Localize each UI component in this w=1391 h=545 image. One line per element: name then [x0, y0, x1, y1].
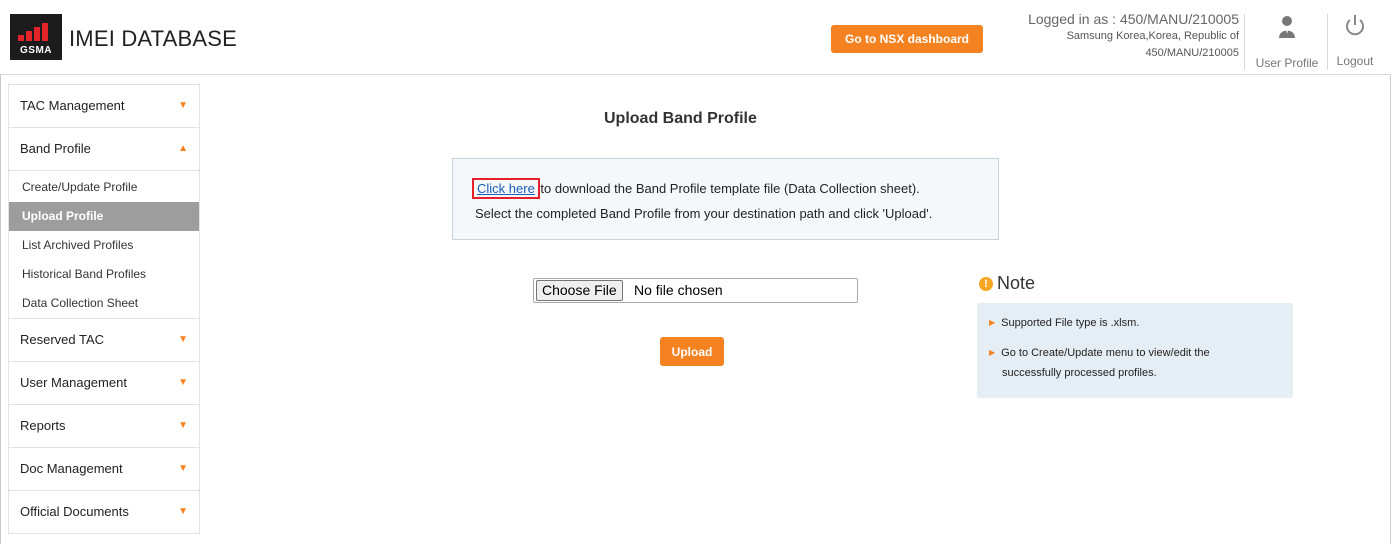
- power-icon: [1346, 15, 1364, 36]
- caret-down-icon: ▼: [178, 100, 188, 111]
- login-info: Logged in as : 450/MANU/210005 Samsung K…: [1028, 11, 1239, 62]
- user-profile-button[interactable]: User Profile: [1247, 14, 1327, 72]
- sidebar-item-tac-management[interactable]: TAC Management ▼: [9, 85, 199, 128]
- instructions-line-2: Select the completed Band Profile from y…: [475, 206, 933, 221]
- caret-down-icon: ▼: [178, 377, 188, 388]
- sidebar-nav: TAC Management ▼ Band Profile ▲ Create/U…: [8, 84, 200, 534]
- bullet-arrow-icon: ▶: [989, 348, 996, 357]
- app-frame: [0, 0, 1391, 544]
- instructions-text: to download the Band Profile template fi…: [536, 181, 920, 196]
- sidebar-item-user-management[interactable]: User Management ▼: [9, 362, 199, 405]
- caret-down-icon: ▼: [178, 463, 188, 474]
- caret-down-icon: ▼: [178, 506, 188, 517]
- sidebar-item-label: TAC Management: [20, 98, 125, 113]
- user-profile-label: User Profile: [1255, 56, 1319, 70]
- sidebar-item-label: Doc Management: [20, 461, 123, 476]
- sidebar-item-label: Reserved TAC: [20, 332, 105, 347]
- header-divider: [1244, 14, 1245, 70]
- note-item: ▶ Supported File type is .xlsm.: [989, 317, 1140, 329]
- submenu-create-update-profile[interactable]: Create/Update Profile: [9, 173, 199, 202]
- sidebar-item-label: Band Profile: [20, 141, 91, 156]
- download-template-link[interactable]: Click here: [472, 178, 540, 199]
- bullet-arrow-icon: ▶: [989, 318, 996, 327]
- note-heading: ! Note: [979, 273, 1035, 294]
- sidebar-item-label: Reports: [20, 418, 66, 433]
- note-title: Note: [997, 273, 1036, 293]
- gsma-logo[interactable]: GSMA: [10, 14, 62, 60]
- login-company: Samsung Korea,Korea, Republic of: [1066, 30, 1239, 42]
- submenu-historical-band-profiles[interactable]: Historical Band Profiles: [9, 260, 199, 289]
- user-profile-icon: [1279, 16, 1295, 38]
- note-item-continued: successfully processed profiles.: [1002, 367, 1157, 379]
- nsx-dashboard-button[interactable]: Go to NSX dashboard: [831, 25, 983, 53]
- instructions-line-1: Click here to download the Band Profile …: [472, 178, 920, 199]
- signal-bars-icon: [18, 21, 54, 41]
- app-title: IMEI DATABASE: [69, 26, 238, 51]
- info-icon: !: [979, 277, 993, 291]
- sidebar-item-reports[interactable]: Reports ▼: [9, 405, 199, 448]
- sidebar-item-label: User Management: [20, 375, 127, 390]
- file-input[interactable]: Choose File No file chosen: [533, 278, 858, 303]
- caret-up-icon: ▲: [178, 143, 188, 154]
- logo-text: GSMA: [20, 45, 52, 56]
- page-title: Upload Band Profile: [604, 110, 757, 127]
- band-profile-submenu: Create/Update Profile Upload Profile Lis…: [9, 171, 199, 319]
- sidebar-item-reserved-tac[interactable]: Reserved TAC ▼: [9, 319, 199, 362]
- submenu-data-collection-sheet[interactable]: Data Collection Sheet: [9, 289, 199, 318]
- login-id: 450/MANU/210005: [1145, 47, 1239, 59]
- sidebar-item-label: Official Documents: [20, 504, 129, 519]
- note-item: ▶ Go to Create/Update menu to view/edit t…: [989, 347, 1210, 359]
- file-status: No file chosen: [634, 282, 723, 298]
- note-box: ▶ Supported File type is .xlsm. ▶ Go to Cr…: [977, 303, 1293, 398]
- sidebar-item-official-documents[interactable]: Official Documents ▼: [9, 491, 199, 534]
- sidebar-item-band-profile[interactable]: Band Profile ▲: [9, 128, 199, 171]
- upload-button[interactable]: Upload: [660, 337, 724, 366]
- logout-button[interactable]: Logout: [1329, 14, 1381, 72]
- logout-label: Logout: [1336, 54, 1374, 68]
- instructions-box: Click here to download the Band Profile …: [452, 158, 999, 240]
- submenu-upload-profile[interactable]: Upload Profile: [9, 202, 199, 231]
- caret-down-icon: ▼: [178, 334, 188, 345]
- login-user: Logged in as : 450/MANU/210005: [1028, 11, 1239, 27]
- top-header: GSMA IMEI DATABASE Go to NSX dashboard L…: [0, 0, 1391, 75]
- choose-file-button[interactable]: Choose File: [536, 280, 623, 301]
- submenu-list-archived-profiles[interactable]: List Archived Profiles: [9, 231, 199, 260]
- sidebar-item-doc-management[interactable]: Doc Management ▼: [9, 448, 199, 491]
- header-divider: [1327, 14, 1328, 70]
- caret-down-icon: ▼: [178, 420, 188, 431]
